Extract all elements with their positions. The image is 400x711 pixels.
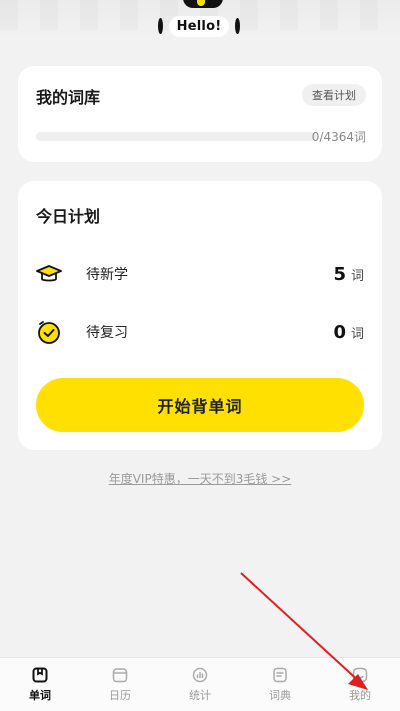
nav-label-profile: 我的 xyxy=(349,688,371,702)
library-title: 我的词库 xyxy=(36,88,101,107)
greeting-badge: Hello! xyxy=(158,14,240,38)
graduation-cap-icon xyxy=(36,264,70,284)
plan-title: 今日计划 xyxy=(36,207,101,226)
mascot-ear-right-icon xyxy=(235,18,240,34)
review-words-row: 待复习 0 词 xyxy=(36,317,364,347)
new-words-count: 5 xyxy=(333,263,346,285)
nav-item-dictionary[interactable]: 词典 xyxy=(240,658,320,711)
today-plan-card: 今日计划 待新学 5 词 待复习 0 词 开始背单词 xyxy=(18,181,382,450)
stats-icon xyxy=(192,667,208,682)
bottom-nav: 单词 日历 统计 词典 我的 xyxy=(0,657,400,711)
dictionary-icon xyxy=(273,667,287,682)
new-words-label: 待新学 xyxy=(86,267,128,283)
nav-item-words[interactable]: 单词 xyxy=(0,658,80,711)
review-words-unit: 词 xyxy=(350,326,364,342)
nav-item-profile[interactable]: 我的 xyxy=(320,658,400,711)
nav-label-dictionary: 词典 xyxy=(269,688,291,702)
nav-label-stats: 统计 xyxy=(189,688,211,702)
vip-promo-link[interactable]: 年度VIP特惠，一天不到3毛钱 >> xyxy=(0,470,400,487)
nav-item-calendar[interactable]: 日历 xyxy=(80,658,160,711)
word-book-icon xyxy=(32,667,48,682)
library-progress-text: 0/4364词 xyxy=(311,130,366,144)
library-progress-bar xyxy=(36,132,316,141)
mascot-ear-left-icon xyxy=(158,18,163,34)
calendar-icon xyxy=(112,667,128,682)
review-words-count: 0 xyxy=(333,321,346,343)
nav-label-words: 单词 xyxy=(29,688,51,702)
profile-icon xyxy=(352,667,368,682)
new-words-row: 待新学 5 词 xyxy=(36,259,364,289)
new-words-unit: 词 xyxy=(350,268,364,284)
view-plan-button[interactable]: 查看计划 xyxy=(302,84,366,106)
header-banner: Hello! xyxy=(0,0,400,44)
nav-label-calendar: 日历 xyxy=(109,688,131,702)
greeting-text: Hello! xyxy=(168,15,230,37)
review-clock-icon xyxy=(36,319,70,345)
word-library-card[interactable]: 我的词库 查看计划 0/4364词 xyxy=(18,66,382,162)
start-study-button[interactable]: 开始背单词 xyxy=(36,378,364,432)
nav-item-stats[interactable]: 统计 xyxy=(160,658,240,711)
review-words-label: 待复习 xyxy=(86,325,128,341)
